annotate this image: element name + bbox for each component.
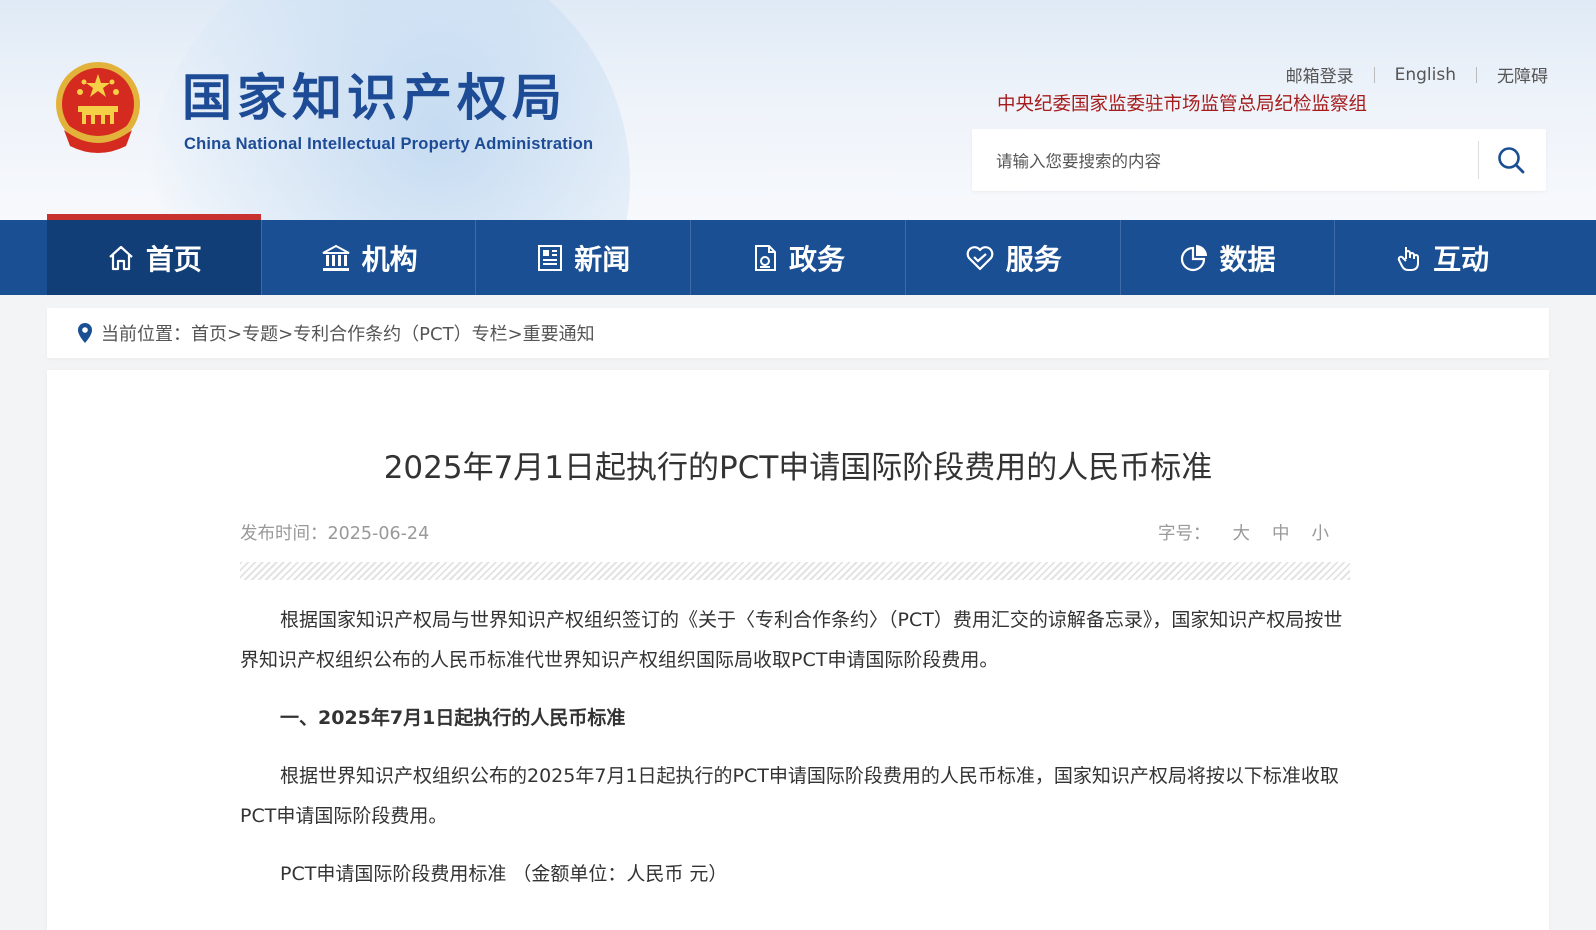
breadcrumb-text[interactable]: 当前位置：首页>专题>专利合作条约（PCT）专栏>重要通知 — [101, 320, 595, 346]
section-heading: 一、2025年7月1日起执行的人民币标准 — [280, 707, 626, 729]
national-emblem-icon[interactable] — [52, 60, 144, 156]
font-size-medium-button[interactable]: 中 — [1272, 520, 1290, 545]
font-size-large-button[interactable]: 大 — [1233, 520, 1251, 545]
discipline-inspection-link[interactable]: 中央纪委国家监委驻市场监管总局纪检监察组 — [997, 90, 1367, 116]
search-input[interactable] — [994, 143, 1458, 179]
breadcrumb: 当前位置：首页>专题>专利合作条约（PCT）专栏>重要通知 — [47, 308, 1549, 358]
search-box — [972, 129, 1546, 191]
nav-item-service[interactable]: 服务 — [906, 220, 1121, 295]
article-body: 根据国家知识产权局与世界知识产权组织签订的《关于〈专利合作条约〉（PCT）费用汇… — [240, 600, 1350, 894]
main-nav: 首页 机构 新闻 政务 服务 数据 互动 — [0, 214, 1596, 295]
nav-item-institution[interactable]: 机构 — [262, 220, 477, 295]
nav-label: 互动 — [1433, 242, 1490, 276]
top-links: 邮箱登录 English 无障碍 — [1286, 62, 1548, 88]
nav-label: 政务 — [789, 242, 846, 276]
nav-item-home[interactable]: 首页 — [47, 214, 262, 295]
nav-item-government-affairs[interactable]: 政务 — [691, 220, 906, 295]
hand-pointer-icon — [1397, 246, 1420, 271]
accessibility-link[interactable]: 无障碍 — [1497, 62, 1548, 87]
nav-item-news[interactable]: 新闻 — [476, 220, 692, 295]
divider-stripes — [240, 562, 1350, 580]
search-button[interactable] — [1488, 139, 1534, 181]
search-icon — [1498, 147, 1525, 174]
font-size-label: 字号： — [1158, 524, 1211, 544]
nav-label: 服务 — [1005, 242, 1062, 276]
mail-login-link[interactable]: 邮箱登录 — [1286, 62, 1354, 87]
service-heart-icon — [966, 245, 994, 270]
news-icon — [538, 244, 563, 271]
font-size-switcher: 字号： 大 中 小 — [1158, 520, 1329, 545]
table-caption: PCT申请国际阶段费用标准 （金额单位：人民币 元） — [280, 863, 728, 885]
english-link[interactable]: English — [1395, 65, 1456, 85]
logo-english[interactable]: China National Intellectual Property Adm… — [184, 135, 593, 154]
search-divider — [1478, 141, 1479, 179]
logo-chinese[interactable]: 国家知识产权局 — [182, 68, 567, 128]
paragraph: 根据国家知识产权局与世界知识产权组织签订的《关于〈专利合作条约〉（PCT）费用汇… — [240, 609, 1343, 671]
document-icon — [755, 244, 776, 271]
publish-time: 发布时间：2025-06-24 — [240, 524, 430, 544]
article-title: 2025年7月1日起执行的PCT申请国际阶段费用的人民币标准 — [383, 450, 1213, 486]
nav-label: 新闻 — [574, 242, 631, 276]
nav-item-data[interactable]: 数据 — [1121, 220, 1336, 295]
font-size-small-button[interactable]: 小 — [1312, 520, 1330, 545]
divider — [1373, 66, 1375, 83]
paragraph: 根据世界知识产权组织公布的2025年7月1日起执行的PCT申请国际阶段费用的人民… — [240, 765, 1339, 827]
institution-icon — [322, 244, 350, 271]
pie-chart-icon — [1181, 244, 1208, 271]
nav-label: 机构 — [361, 242, 418, 276]
nav-item-interaction[interactable]: 互动 — [1335, 220, 1549, 295]
article-meta: 发布时间：2025-06-24 字号： 大 中 小 — [240, 520, 1347, 545]
site-header: 国家知识产权局 China National Intellectual Prop… — [0, 0, 1596, 220]
article: 2025年7月1日起执行的PCT申请国际阶段费用的人民币标准 发布时间：2025… — [47, 370, 1549, 930]
divider — [1476, 66, 1477, 83]
nav-label: 数据 — [1219, 242, 1276, 276]
location-pin-icon — [78, 323, 92, 343]
home-icon — [109, 245, 133, 270]
nav-label: 首页 — [145, 242, 202, 276]
